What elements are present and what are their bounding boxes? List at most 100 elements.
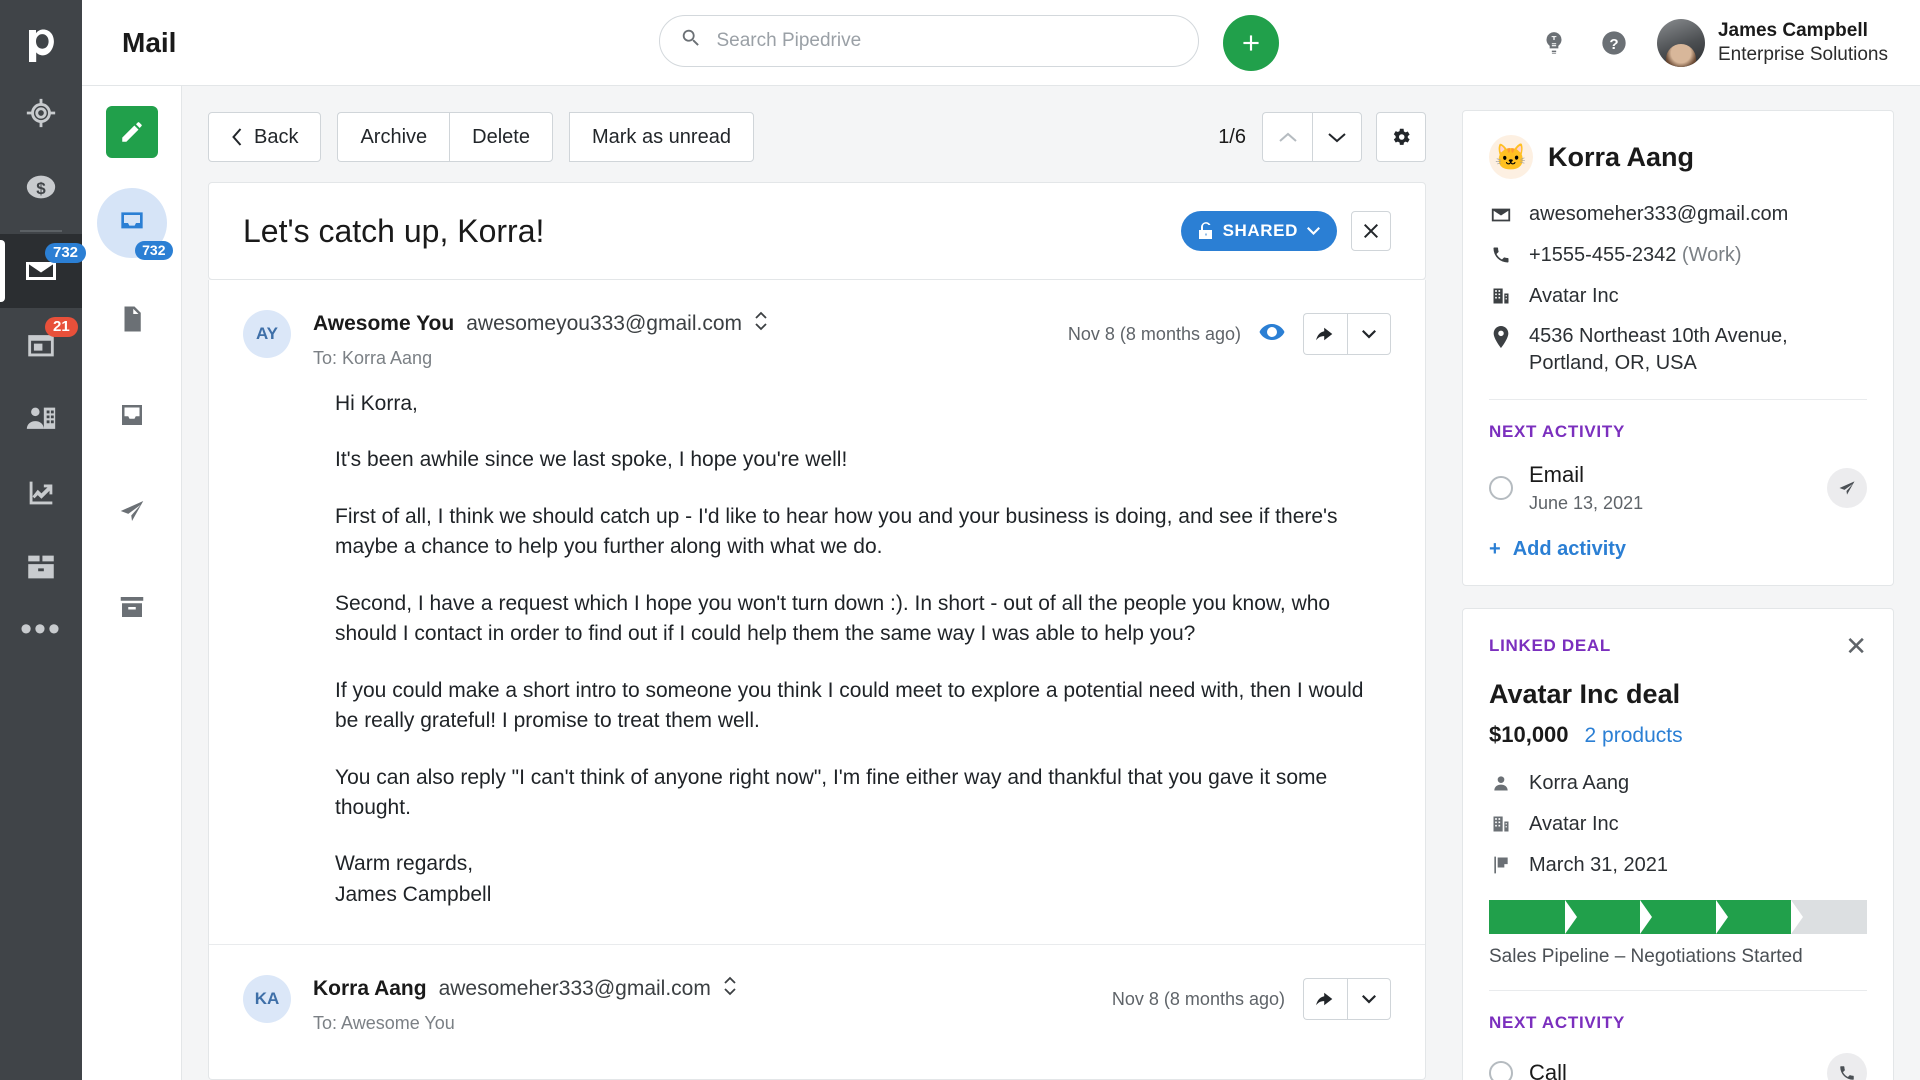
email-message[interactable]: KA Korra Aang awesomeher333@gmail.com To xyxy=(209,944,1425,1034)
deal-title[interactable]: Avatar Inc deal xyxy=(1489,679,1867,710)
deal-value: $10,000 xyxy=(1489,722,1569,748)
message-meta: Korra Aang awesomeher333@gmail.com To: A… xyxy=(313,975,1112,1034)
message-actions: Nov 8 (8 months ago) xyxy=(1068,310,1391,355)
sidebar-item-insights[interactable] xyxy=(0,456,82,530)
email-thread: AY Awesome You awesomeyou333@gmail.com T xyxy=(208,280,1426,1080)
recipient-line: To: Awesome You xyxy=(313,1013,1112,1034)
deal-next-activity: NEXT ACTIVITY Call xyxy=(1489,990,1867,1080)
mark-unread-group: Mark as unread xyxy=(569,112,754,162)
pipeline-stage[interactable] xyxy=(1716,900,1792,934)
body-paragraph: Second, I have a request which I hope yo… xyxy=(335,589,1391,650)
expand-details-icon[interactable] xyxy=(754,310,768,337)
reply-button[interactable] xyxy=(1303,978,1347,1020)
sidebar-item-activities[interactable]: 21 xyxy=(0,308,82,382)
mail-folder-sent[interactable] xyxy=(97,476,167,546)
top-header: Mail ? xyxy=(82,0,1920,86)
deal-org: Avatar Inc xyxy=(1529,811,1619,838)
deal-org-row[interactable]: Avatar Inc xyxy=(1489,811,1867,838)
deal-products-link[interactable]: 2 products xyxy=(1585,724,1683,748)
reply-button[interactable] xyxy=(1303,313,1347,355)
archive-button[interactable]: Archive xyxy=(337,112,449,162)
contact-org: Avatar Inc xyxy=(1529,283,1619,310)
nav-divider xyxy=(20,230,62,232)
body-row: 732 xyxy=(82,86,1920,1080)
sidebar-item-leads[interactable] xyxy=(0,76,82,150)
page-title: Mail xyxy=(122,27,542,59)
message-date: Nov 8 (8 months ago) xyxy=(1112,989,1285,1010)
main-area: Mail ? xyxy=(82,0,1920,1080)
mail-badge: 732 xyxy=(45,243,86,263)
deal-person-row[interactable]: Korra Aang xyxy=(1489,770,1867,797)
close-deal-icon[interactable]: ✕ xyxy=(1845,633,1867,659)
activity-checkbox[interactable] xyxy=(1489,1061,1513,1080)
read-receipt-icon[interactable] xyxy=(1259,323,1285,346)
contact-phone: +1555-455-2342 xyxy=(1529,244,1676,266)
contact-address-row[interactable]: 4536 Northeast 10th Avenue, Portland, OR… xyxy=(1489,323,1867,377)
sidebar-item-products[interactable] xyxy=(0,530,82,604)
back-button[interactable]: Back xyxy=(208,112,321,162)
expand-details-icon[interactable] xyxy=(723,975,737,1002)
sidebar-item-contacts[interactable] xyxy=(0,382,82,456)
mail-folder-outbox[interactable] xyxy=(97,380,167,450)
reply-actions xyxy=(1303,978,1391,1020)
reply-options-button[interactable] xyxy=(1347,313,1391,355)
pipeline-progress[interactable] xyxy=(1489,900,1867,934)
settings-gear-icon[interactable] xyxy=(1376,112,1426,162)
header-actions: ? James Campbell Enterprise Solutions xyxy=(1537,19,1888,67)
contact-address: 4536 Northeast 10th Avenue, Portland, OR… xyxy=(1529,323,1867,377)
activity-row: Email June 13, 2021 xyxy=(1489,462,1867,514)
search-input[interactable] xyxy=(716,30,1178,52)
pipeline-stage[interactable] xyxy=(1640,900,1716,934)
message-body: Hi Korra, It's been awhile since we last… xyxy=(243,369,1391,944)
search-box[interactable] xyxy=(659,15,1199,67)
compose-button[interactable] xyxy=(106,106,158,158)
sender-name: Korra Aang xyxy=(313,977,427,1001)
mail-folder-drafts[interactable] xyxy=(97,284,167,354)
contact-org-row[interactable]: Avatar Inc xyxy=(1489,283,1867,310)
location-pin-icon xyxy=(1489,323,1513,348)
pipedrive-app: $ 732 21 ••• Mail xyxy=(0,0,1920,1080)
sidebar-item-mail[interactable]: 732 xyxy=(0,234,82,308)
activity-row: Call xyxy=(1489,1053,1867,1080)
mail-folder-archive[interactable] xyxy=(97,572,167,642)
add-button[interactable] xyxy=(1223,15,1279,71)
mail-folder-inbox[interactable]: 732 xyxy=(97,188,167,258)
contact-name[interactable]: Korra Aang xyxy=(1548,142,1694,173)
activity-title: Call xyxy=(1529,1060,1567,1080)
reply-options-button[interactable] xyxy=(1347,978,1391,1020)
mark-as-unread-button[interactable]: Mark as unread xyxy=(569,112,754,162)
add-activity-label: Add activity xyxy=(1513,538,1626,561)
prev-message-button[interactable] xyxy=(1262,112,1312,162)
recipient-line: To: Korra Aang xyxy=(313,348,1068,369)
contact-header: 🐱 Korra Aang xyxy=(1489,135,1867,179)
shared-badge[interactable]: SHARED xyxy=(1181,211,1337,251)
call-activity-icon[interactable] xyxy=(1827,1053,1867,1080)
lightbulb-icon[interactable] xyxy=(1537,26,1571,60)
checkered-flag-icon xyxy=(1489,852,1513,875)
pipeline-stage[interactable] xyxy=(1791,900,1867,934)
back-label: Back xyxy=(254,126,298,149)
next-message-button[interactable] xyxy=(1312,112,1362,162)
close-icon[interactable] xyxy=(1351,211,1391,251)
send-activity-icon[interactable] xyxy=(1827,468,1867,508)
contact-email-row[interactable]: awesomeher333@gmail.com xyxy=(1489,201,1867,228)
pipeline-label: Sales Pipeline – Negotiations Started xyxy=(1489,946,1867,968)
delete-button[interactable]: Delete xyxy=(449,112,553,162)
deal-close-date-row[interactable]: March 31, 2021 xyxy=(1489,852,1867,879)
pipeline-stage[interactable] xyxy=(1489,900,1565,934)
subject-card: Let's catch up, Korra! SHARED xyxy=(208,182,1426,280)
add-activity-button[interactable]: + Add activity xyxy=(1489,538,1867,561)
help-icon[interactable]: ? xyxy=(1597,26,1631,60)
sender-email: awesomeher333@gmail.com xyxy=(439,977,711,1001)
search-icon xyxy=(680,27,702,54)
phone-icon xyxy=(1489,242,1513,265)
email-pane: Back Archive Delete Mark as unread 1/6 xyxy=(182,86,1452,1080)
body-paragraph: If you could make a short intro to someo… xyxy=(335,676,1391,737)
pipeline-stage[interactable] xyxy=(1565,900,1641,934)
pipedrive-logo[interactable] xyxy=(0,14,82,76)
activity-checkbox[interactable] xyxy=(1489,476,1513,500)
user-menu[interactable]: James Campbell Enterprise Solutions xyxy=(1657,19,1888,67)
more-icon[interactable]: ••• xyxy=(20,624,62,634)
sidebar-item-deals[interactable]: $ xyxy=(0,150,82,224)
contact-phone-row[interactable]: +1555-455-2342 (Work) xyxy=(1489,242,1867,269)
